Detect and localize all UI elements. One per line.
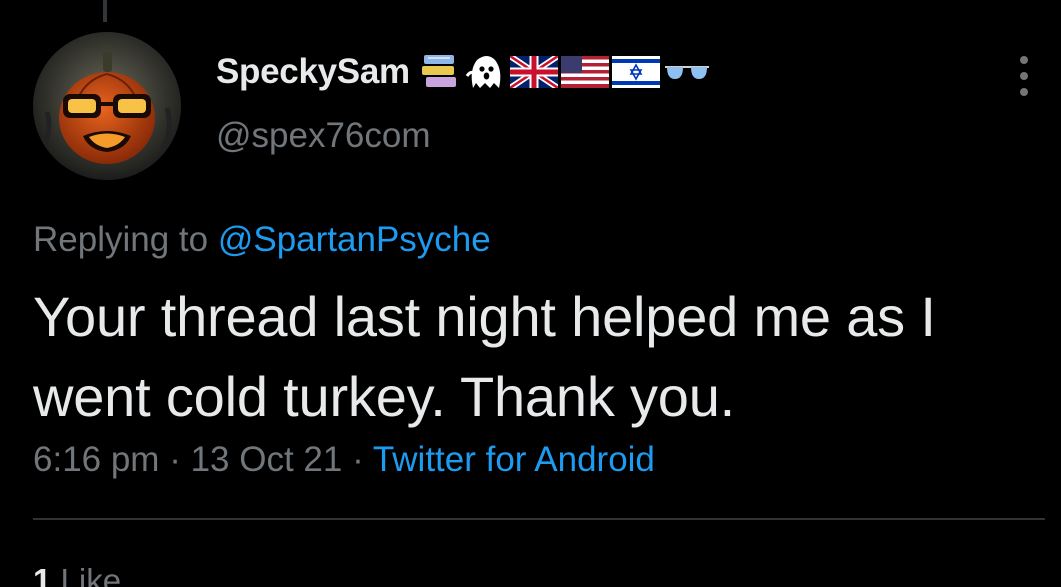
meta-separator: ·	[342, 440, 373, 479]
books-icon	[421, 55, 456, 87]
display-name[interactable]: SpeckySam	[216, 52, 410, 92]
more-dot-icon	[1020, 72, 1028, 80]
glasses-icon	[664, 66, 709, 79]
tweet-text: Your thread last night helped me as I we…	[33, 277, 1033, 437]
tweet-source-link[interactable]: Twitter for Android	[373, 440, 655, 479]
uk-flag-icon	[509, 56, 558, 88]
more-dot-icon	[1020, 56, 1028, 64]
ghost-icon	[465, 56, 501, 88]
likes-count: 1	[33, 562, 52, 587]
tweet-detail: SpeckySam @spex76com Replying to @Sparta…	[0, 0, 1061, 587]
username-handle[interactable]: @spex76com	[216, 116, 431, 156]
israel-flag-icon	[611, 56, 660, 88]
name-emoji-strip	[420, 52, 711, 92]
replying-to-mention-link[interactable]: @SpartanPsyche	[218, 220, 491, 259]
tweet-meta: 6:16 pm · 13 Oct 21 · Twitter for Androi…	[33, 440, 655, 480]
more-dot-icon	[1020, 88, 1028, 96]
divider	[33, 518, 1045, 520]
tweet-text-line: Your thread last night helped me as I	[33, 285, 936, 348]
pumpkin-avatar-icon	[33, 32, 181, 180]
display-name-row[interactable]: SpeckySam	[216, 50, 711, 94]
tweet-time-link[interactable]: 6:16 pm	[33, 440, 159, 479]
us-flag-icon	[560, 56, 609, 88]
meta-separator: ·	[159, 440, 191, 479]
likes-label: Like	[60, 562, 122, 587]
tweet-date-link[interactable]: 13 Oct 21	[191, 440, 343, 479]
thread-connector-line	[103, 0, 107, 22]
replying-to-line: Replying to @SpartanPsyche	[33, 220, 491, 260]
more-options-icon[interactable]	[1012, 56, 1036, 96]
replying-to-label: Replying to	[33, 220, 218, 259]
likes-stat-link[interactable]: 1 Like	[33, 562, 121, 587]
avatar[interactable]	[33, 32, 181, 180]
tweet-text-line: went cold turkey. Thank you.	[33, 365, 736, 428]
